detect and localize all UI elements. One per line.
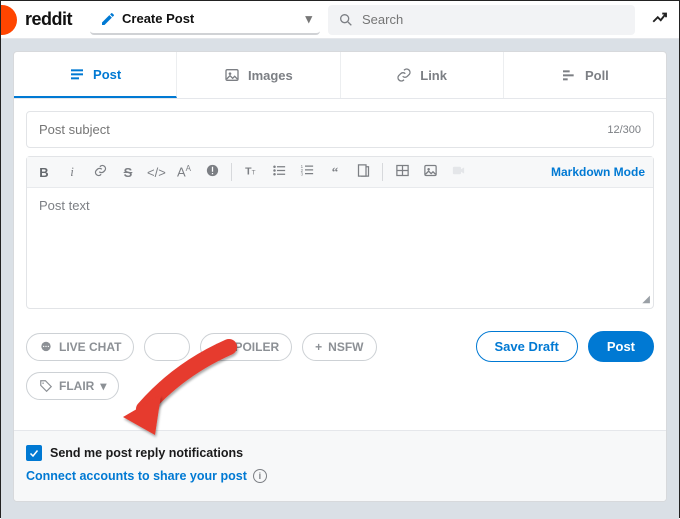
heading-button[interactable]: TT (242, 164, 260, 181)
svg-text:T: T (252, 169, 256, 176)
checkbox-checked-icon[interactable] (26, 445, 42, 461)
link-icon (396, 67, 412, 83)
spoiler-icon-button[interactable] (203, 163, 221, 181)
table-button[interactable] (393, 163, 411, 181)
body-textarea[interactable]: Post text (27, 188, 653, 308)
image-icon (224, 67, 240, 83)
spoiler-pill[interactable]: + SPOILER (200, 333, 292, 361)
post-type-tabs: Post Images Link Poll (14, 52, 666, 99)
post-icon (69, 66, 85, 82)
hidden-pill[interactable]: ... (144, 333, 190, 361)
editor: B i S </> AA TT 123 “ (26, 156, 654, 309)
quote-button[interactable]: “ (326, 164, 344, 180)
nsfw-pill[interactable]: + NSFW (302, 333, 376, 361)
top-bar: reddit Create Post ▾ (1, 1, 679, 39)
tab-post[interactable]: Post (14, 52, 177, 98)
notify-checkbox-row[interactable]: Send me post reply notifications (26, 445, 654, 461)
markdown-toggle[interactable]: Markdown Mode (551, 165, 645, 179)
create-post-label: Create Post (122, 11, 194, 26)
post-button[interactable]: Post (588, 331, 654, 362)
tab-images[interactable]: Images (177, 52, 340, 98)
italic-button[interactable]: i (63, 164, 81, 180)
bold-button[interactable]: B (35, 165, 53, 180)
search-box[interactable] (328, 5, 635, 35)
compose-footer: Send me post reply notifications Connect… (14, 430, 666, 501)
poll-icon (561, 67, 577, 83)
flair-row: FLAIR ▾ (26, 372, 654, 400)
community-selector[interactable]: Create Post ▾ (90, 5, 320, 35)
tab-poll[interactable]: Poll (504, 52, 666, 98)
compose-card: Post Images Link Poll 12/300 (13, 51, 667, 502)
tab-link[interactable]: Link (341, 52, 504, 98)
reddit-logo-icon (1, 5, 17, 35)
plus-icon: + (315, 340, 322, 354)
subject-input[interactable] (39, 122, 607, 137)
subject-field[interactable]: 12/300 (26, 111, 654, 148)
save-draft-button[interactable]: Save Draft (476, 331, 578, 362)
subject-char-count: 12/300 (607, 124, 641, 136)
superscript-button[interactable]: AA (175, 164, 193, 179)
plus-icon: + (213, 340, 220, 354)
codeblock-button[interactable] (354, 163, 372, 181)
editor-toolbar: B i S </> AA TT 123 “ (27, 157, 653, 188)
search-icon (338, 12, 354, 28)
chevron-down-icon: ▾ (100, 379, 106, 393)
tag-icon (39, 379, 53, 393)
code-button[interactable]: </> (147, 165, 165, 180)
page-body: Post Images Link Poll 12/300 (1, 39, 679, 519)
search-input[interactable] (362, 12, 625, 27)
info-icon: i (253, 469, 267, 483)
svg-text:3: 3 (300, 172, 303, 177)
chevron-down-icon: ▾ (305, 11, 312, 27)
video-button[interactable] (449, 163, 467, 181)
bullet-list-button[interactable] (270, 163, 288, 181)
link-button[interactable] (91, 163, 109, 181)
chat-icon (39, 340, 53, 354)
pencil-icon (100, 11, 116, 27)
notify-label: Send me post reply notifications (50, 446, 243, 460)
flair-pill[interactable]: FLAIR ▾ (26, 372, 119, 400)
image-button[interactable] (421, 163, 439, 181)
brand-name: reddit (25, 9, 72, 30)
number-list-button[interactable]: 123 (298, 163, 316, 181)
tag-options-row: LIVE CHAT ... + SPOILER + NSFW Save Draf… (26, 331, 654, 362)
trending-icon[interactable] (651, 9, 669, 30)
connect-accounts-link[interactable]: Connect accounts to share your post i (26, 469, 654, 483)
live-chat-pill[interactable]: LIVE CHAT (26, 333, 134, 361)
strike-button[interactable]: S (119, 165, 137, 180)
